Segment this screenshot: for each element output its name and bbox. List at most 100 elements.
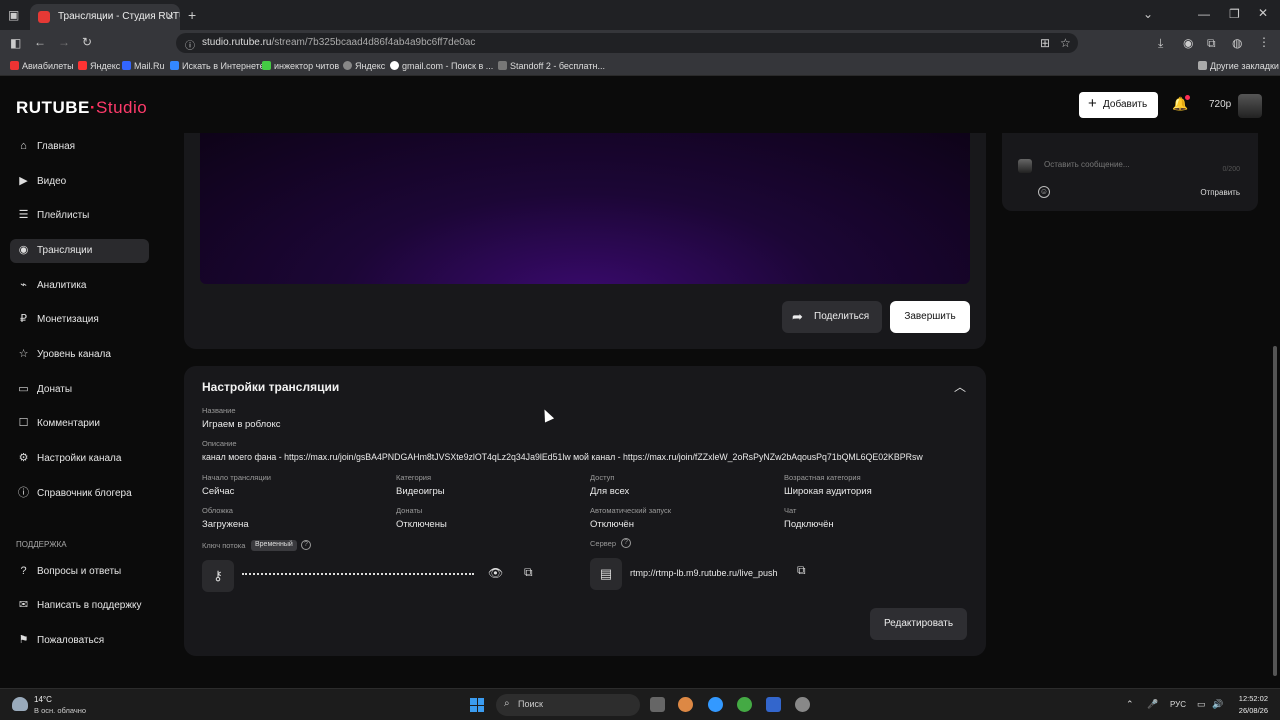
- bookmark-item[interactable]: инжектор читов: [262, 61, 339, 71]
- field-value: Для всех: [590, 486, 630, 497]
- bookmark-item[interactable]: gmail.com - Поиск в ...: [390, 61, 493, 71]
- sidebar-toggle-icon[interactable]: ◧: [10, 36, 21, 50]
- task-view-icon[interactable]: [650, 697, 665, 712]
- browser-logo-icon[interactable]: ◍: [1232, 36, 1242, 50]
- site-info-icon[interactable]: ⓘ: [185, 37, 195, 52]
- finish-stream-button[interactable]: Завершить: [890, 301, 970, 333]
- profile-icon[interactable]: ◉: [1183, 36, 1193, 50]
- yandex-icon: [78, 61, 87, 70]
- money-icon: ₽: [20, 313, 27, 325]
- sidebar-item-monetization[interactable]: ₽ Монетизация: [10, 308, 149, 332]
- folder-icon: [1198, 61, 1207, 70]
- temperature: 14°C: [34, 695, 52, 704]
- app-icon[interactable]: [766, 697, 781, 712]
- field-label: Автоматический запуск: [590, 506, 672, 515]
- copy-key-icon[interactable]: ⧉: [524, 565, 533, 580]
- sidebar-item-analytics[interactable]: ⌁ Аналитика: [10, 274, 149, 298]
- sidebar-item-home[interactable]: ⌂ Главная: [10, 135, 149, 159]
- rutube-studio-logo[interactable]: RUTUBE·Studio: [16, 98, 147, 118]
- sidebar-item-comments[interactable]: ☐ Комментарии: [10, 412, 149, 436]
- field-value: Подключён: [784, 519, 834, 530]
- temporary-badge: Временный: [251, 540, 297, 551]
- bookmark-item[interactable]: Mail.Ru: [122, 61, 165, 71]
- chat-message-input[interactable]: Оставить сообщение...: [1036, 155, 1248, 175]
- clock-time[interactable]: 12:52:02: [1236, 694, 1268, 703]
- mailru-icon: [122, 61, 131, 70]
- sidebar-item-report[interactable]: ⚑ Пожаловаться: [10, 629, 149, 653]
- tab-search-icon[interactable]: ⌄: [1143, 7, 1153, 21]
- steam-icon[interactable]: [795, 697, 810, 712]
- quality-label[interactable]: 720p: [1209, 99, 1231, 110]
- chat-char-counter: 0/200: [1222, 166, 1240, 173]
- server-help-icon[interactable]: ?: [621, 538, 631, 548]
- more-menu-icon[interactable]: ⋮: [1258, 35, 1270, 49]
- language-indicator[interactable]: РУС: [1170, 700, 1186, 709]
- share-button[interactable]: ➦ Поделиться: [782, 301, 882, 333]
- stream-preview-card: ➦ Поделиться Завершить: [184, 133, 986, 349]
- add-button[interactable]: + Добавить: [1079, 92, 1158, 118]
- sidebar-item-faq[interactable]: ? Вопросы и ответы: [10, 560, 149, 584]
- sidebar-item-blogger-guide[interactable]: ⓘ Справочник блогера: [10, 482, 149, 506]
- broadcast-icon: ◉: [18, 244, 29, 256]
- close-tab-icon[interactable]: ×: [167, 9, 174, 23]
- page-scrollbar[interactable]: [1273, 346, 1277, 676]
- close-window-icon[interactable]: ✕: [1258, 6, 1268, 20]
- sidebar-item-donations[interactable]: ▭ Донаты: [10, 378, 149, 402]
- minimize-icon[interactable]: —: [1198, 7, 1210, 21]
- send-button[interactable]: Отправить: [1200, 188, 1240, 197]
- sidebar-item-channel-level[interactable]: ☆ Уровень канала: [10, 343, 149, 367]
- browser-tab[interactable]: Трансляции - Студия RUTUBE ×: [30, 4, 180, 30]
- taskbar-search[interactable]: ⌕ Поиск: [496, 694, 640, 716]
- sidebar-item-playlists[interactable]: ☰ Плейлисты: [10, 204, 149, 228]
- clock-date[interactable]: 26/08/26: [1230, 706, 1268, 715]
- other-bookmarks[interactable]: Другие закладки: [1198, 61, 1279, 71]
- collapse-chevron-icon[interactable]: ︿: [954, 378, 966, 395]
- browser-nav-bar: ◧ ← → ↻ ⓘ studio.rutube.ru/stream/7b325b…: [0, 30, 1280, 56]
- tray-chevron-icon[interactable]: ⌃: [1126, 699, 1134, 710]
- bookmark-item[interactable]: Standoff 2 - бесплатн...: [498, 61, 605, 71]
- tab-menu-icon[interactable]: ▣: [8, 8, 19, 22]
- bookmark-star-icon[interactable]: ☆: [1060, 36, 1071, 50]
- bookmark-item[interactable]: Искать в Интернете: [170, 61, 265, 71]
- bookmark-item[interactable]: Яндекс: [343, 61, 385, 71]
- back-icon[interactable]: ←: [34, 35, 46, 49]
- microphone-icon[interactable]: 🎤: [1147, 699, 1158, 710]
- forward-icon[interactable]: →: [58, 35, 70, 49]
- reload-icon[interactable]: ↻: [82, 35, 92, 49]
- new-tab-icon[interactable]: +: [188, 7, 196, 23]
- sidebar-item-channel-settings[interactable]: ⚙ Настройки канала: [10, 447, 149, 471]
- notifications-bell-icon[interactable]: 🔔: [1172, 95, 1191, 112]
- gear-icon: ⚙: [18, 452, 29, 464]
- server-label: Сервер: [590, 539, 617, 548]
- show-key-eye-icon[interactable]: 👁: [488, 566, 503, 580]
- sidebar-item-video[interactable]: ▶ Видео: [10, 170, 149, 194]
- copy-server-icon[interactable]: ⧉: [797, 563, 806, 578]
- field-value: Отключены: [396, 519, 447, 530]
- utorrent-icon[interactable]: [737, 697, 752, 712]
- key-help-icon[interactable]: ?: [301, 540, 311, 550]
- sidebar-item-broadcasts[interactable]: ◉ Трансляции: [10, 239, 149, 263]
- bookmark-item[interactable]: Авиабилеты: [10, 61, 74, 71]
- globe-icon: [343, 61, 352, 70]
- donate-icon: ▭: [18, 383, 29, 395]
- restore-icon[interactable]: ❐: [1229, 7, 1240, 21]
- address-bar[interactable]: ⓘ studio.rutube.ru/stream/7b325bcaad4d86…: [176, 33, 1078, 53]
- edit-button[interactable]: Редактировать: [870, 608, 967, 640]
- emoji-icon[interactable]: ☺: [1038, 186, 1050, 198]
- firefox-icon[interactable]: [678, 697, 693, 712]
- weather-cloud-icon[interactable]: [12, 697, 28, 711]
- tab-title: Трансляции - Студия RUTUBE: [58, 11, 180, 22]
- bookmark-item[interactable]: Яндекс: [78, 61, 120, 71]
- network-icon[interactable]: ▭: [1197, 699, 1206, 710]
- user-avatar[interactable]: [1238, 94, 1262, 118]
- extensions-icon[interactable]: ⧉: [1207, 36, 1216, 51]
- sidebar-item-write-support[interactable]: ✉ Написать в поддержку: [10, 594, 149, 618]
- stream-video-player[interactable]: [200, 133, 970, 284]
- windows-start-icon[interactable]: [470, 698, 484, 712]
- translate-icon[interactable]: ⊞: [1040, 36, 1050, 50]
- volume-icon[interactable]: 🔊: [1212, 699, 1223, 710]
- download-icon[interactable]: ⤓: [1158, 36, 1163, 51]
- playlist-icon: ☰: [18, 209, 29, 221]
- standoff-icon: [498, 61, 507, 70]
- chrome-icon[interactable]: [708, 697, 723, 712]
